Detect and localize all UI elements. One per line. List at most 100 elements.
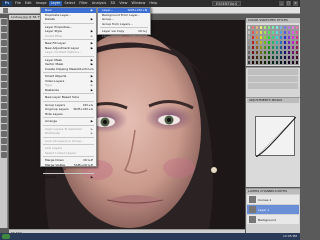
layer-name: Layer 1 [258, 207, 270, 212]
submenu-arrow-icon: ▶ [90, 87, 93, 92]
layer-menu-item: Smart Filter ▶ [41, 34, 96, 39]
layer-menu-item-label: New Layer Based Slice [45, 95, 80, 99]
layer-row[interactable]: Layer 1 [247, 205, 299, 214]
healing-brush-tool-icon[interactable] [1, 61, 7, 67]
photoshop-logo: Ps [2, 1, 12, 6]
layer-menu-item[interactable]: New Layer Based Slice [41, 95, 96, 100]
move-tool-icon[interactable] [1, 19, 7, 25]
submenu-arrow-icon: ▶ [90, 45, 93, 50]
curves-panel-tabs[interactable]: ADJUSTMENTS MASKS [247, 98, 299, 103]
menu-separator [43, 156, 94, 157]
layer-menu-item[interactable]: Hide Layers [41, 112, 96, 117]
layer-menu-item[interactable]: Delete ▶ [41, 17, 96, 22]
layer-menu-item: Distribute ▶ [41, 131, 96, 136]
layer-menu-item-shortcut: Alt+Ctrl+G [76, 66, 94, 71]
layer-menu-item[interactable]: Create Clipping Mask Alt+Ctrl+G [41, 67, 96, 72]
maximize-button[interactable]: □ [286, 1, 291, 6]
layer-menu-item: Lock All Layers in Group... [41, 139, 96, 144]
new-submenu: Layer... Shift+Ctrl+N Background From Laye… [97, 7, 151, 38]
menu-analysis[interactable]: Analysis [90, 1, 108, 6]
layer-row[interactable]: Curves 1 [247, 195, 299, 204]
color-swatch[interactable] [295, 60, 299, 65]
menu-separator [43, 55, 94, 57]
zoom-tool-icon[interactable] [1, 152, 7, 158]
marquee-tool-icon[interactable] [1, 26, 7, 32]
layer-menu-item[interactable]: Rasterize ▶ [41, 88, 96, 93]
close-button[interactable]: x [293, 1, 298, 6]
menu-separator [43, 39, 94, 40]
swatches-panel-tabs[interactable]: COLOR SWATCHES STYLES [246, 18, 300, 23]
layer-menu-item-shortcut: Shift+Ctrl+E [73, 162, 93, 167]
taskbar: 12:05 PM [0, 233, 300, 240]
layer-menu-item-label: Select Linked Layers [45, 150, 76, 155]
menu-separator [43, 100, 94, 102]
new-submenu-item[interactable]: Group from Layers... [98, 22, 150, 27]
pen-tool-icon[interactable] [1, 117, 7, 123]
workspace-switcher[interactable]: ESSENTIALS [212, 1, 242, 6]
window-controls: _ □ x [279, 1, 298, 6]
layer-menu-item: Layer Content Options... [41, 50, 96, 55]
clone-stamp-tool-icon[interactable] [1, 75, 7, 81]
layer-menu-item-label: Matting [45, 174, 57, 179]
dodge-tool-icon[interactable] [1, 110, 7, 116]
type-tool-icon[interactable] [1, 124, 7, 130]
submenu-arrow-icon: ▶ [90, 119, 93, 123]
layers-panel: LAYERS CHANNELS PATHS Curves 1 Layer 1 Bac… [246, 188, 300, 233]
layers-panel-tabs[interactable]: LAYERS CHANNELS PATHS [246, 189, 300, 194]
swatches-panel: COLOR SWATCHES STYLES [246, 18, 300, 66]
minimize-button[interactable]: _ [279, 1, 284, 6]
preset-row[interactable] [248, 83, 298, 89]
layer-menu-item-shortcut: Shift+Ctrl+G [73, 107, 93, 111]
preset-row[interactable] [248, 76, 298, 82]
layer-menu-item[interactable]: Arrange ▶ [41, 119, 96, 124]
menu-layer[interactable]: Layer [48, 1, 63, 6]
layer-menu-item[interactable]: Flatten Image [41, 167, 96, 172]
menu-window[interactable]: Window [130, 1, 148, 6]
shape-tool-icon[interactable] [1, 138, 7, 144]
hand-tool-icon[interactable] [1, 145, 7, 151]
layer-menu-item-label: Hide Layers [45, 111, 63, 116]
menu-separator [43, 124, 94, 126]
swatch-grid[interactable] [247, 25, 299, 65]
layer-row[interactable]: Background [247, 215, 299, 224]
blur-tool-icon[interactable] [1, 103, 7, 109]
menu-view[interactable]: View [117, 1, 129, 6]
menu-help[interactable]: Help [147, 1, 159, 6]
layer-thumbnail [249, 216, 256, 223]
history-brush-tool-icon[interactable] [1, 82, 7, 88]
layer-menu-item[interactable]: Matting ▶ [41, 175, 96, 180]
layer-menu-dropdown: New ▶ Duplicate Layer... Delete ▶ Layer Prope… [40, 7, 97, 179]
menu-3d[interactable]: 3D [108, 1, 117, 6]
eyedropper-tool-icon[interactable] [1, 54, 7, 60]
menu-separator [100, 27, 148, 28]
menu-separator [43, 117, 94, 118]
layer-menu-item-label: Lock All Layers in Group... [45, 138, 85, 143]
layer-menu-item-label: Rasterize [45, 87, 59, 92]
lasso-tool-icon[interactable] [1, 33, 7, 39]
curve-line [255, 116, 297, 158]
layer-menu-item-label: Create Clipping Mask [45, 66, 77, 71]
layer-menu-item-label: Flatten Image [45, 167, 66, 171]
title-bar: Ps File Edit Image Layer Select Filter Analysi… [0, 0, 300, 7]
tool-preset-icon[interactable] [3, 8, 8, 13]
adjustment-presets-panel [246, 67, 300, 97]
preset-row[interactable] [248, 69, 298, 75]
curve-graph[interactable] [255, 116, 297, 158]
menu-filter[interactable]: Filter [77, 1, 90, 6]
gradient-tool-icon[interactable] [1, 96, 7, 102]
clock: 12:05 PM [283, 234, 297, 238]
path-select-tool-icon[interactable] [1, 131, 7, 137]
menu-select[interactable]: Select [62, 1, 77, 6]
layer-menu-item-label: Delete [45, 17, 55, 21]
crop-tool-icon[interactable] [1, 47, 7, 53]
start-button[interactable] [2, 234, 10, 239]
eraser-tool-icon[interactable] [1, 89, 7, 95]
menu-separator [43, 22, 94, 24]
new-submenu-item-label: Layer via Cut [102, 33, 122, 38]
menu-edit[interactable]: Edit [23, 1, 34, 6]
layer-thumbnail [249, 196, 256, 203]
menu-image[interactable]: Image [34, 1, 49, 6]
brush-tool-icon[interactable] [1, 68, 7, 74]
menu-file[interactable]: File [13, 1, 23, 6]
quick-select-tool-icon[interactable] [1, 40, 7, 46]
